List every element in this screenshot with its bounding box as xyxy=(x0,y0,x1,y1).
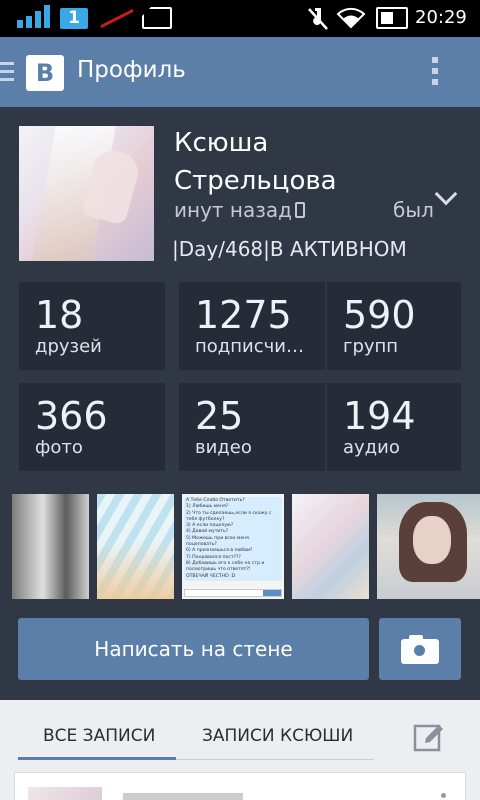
vk-logo[interactable]: В xyxy=(26,55,64,91)
stat-photos[interactable]: 366 фото xyxy=(19,383,165,471)
stat-value: 18 xyxy=(35,293,84,337)
stat-audio[interactable]: 194 аудио xyxy=(327,383,461,471)
chat-screenshot-message: А Тебе Слабо Ответить? 1) Любишь меня? 2… xyxy=(184,497,282,581)
battery-icon xyxy=(376,7,408,29)
wall-panel: ВСЕ ЗАПИСИ ЗАПИСИ КСЮШИ xyxy=(0,700,480,800)
chat-line: ОТВЕЧАЙ ЧЕСТНО :D xyxy=(186,573,236,579)
edit-icon[interactable] xyxy=(413,721,445,753)
profile-first-name: Ксюша xyxy=(174,128,269,158)
no-signal-icon xyxy=(100,8,134,29)
stat-label: друзей xyxy=(35,336,102,357)
camera-lens-icon xyxy=(411,642,428,659)
stat-followers[interactable]: 1275 подписчиков xyxy=(179,282,325,370)
chat-line: 2) Что ты сделаешь,если я скажу с тебя ф… xyxy=(186,510,272,522)
photo-thumbnail[interactable] xyxy=(377,494,480,599)
was-online-text: был xyxy=(393,198,434,222)
tab-user-posts[interactable]: ЗАПИСИ КСЮШИ xyxy=(202,726,353,746)
signal-bar-4 xyxy=(44,5,50,28)
write-on-wall-button[interactable]: Написать на стене xyxy=(18,618,369,680)
stat-value: 590 xyxy=(343,293,416,337)
stat-label: видео xyxy=(195,437,252,458)
stat-groups[interactable]: 590 групп xyxy=(327,282,461,370)
page-title: Профиль xyxy=(77,57,186,83)
last-seen: инут назад xyxy=(174,198,305,222)
chat-send-button xyxy=(263,590,281,596)
post-author xyxy=(123,793,243,800)
app-bar: В Профиль xyxy=(0,37,480,107)
chat-line: 5) Можешь при всех меня поцеловать? xyxy=(186,535,249,548)
stat-value: 194 xyxy=(343,394,416,438)
clock: 20:29 xyxy=(415,7,467,28)
profile-name: Ксюша Стрельцова xyxy=(174,124,337,200)
stat-label: аудио xyxy=(343,437,400,458)
chat-line: 8) Добавишь его к себе на стр.и посмотри… xyxy=(186,560,265,573)
sd-card-icon xyxy=(142,7,172,29)
tab-divider xyxy=(176,759,374,760)
more-options-icon[interactable] xyxy=(432,57,442,90)
post-card[interactable] xyxy=(14,772,466,800)
signal-bar-1 xyxy=(17,20,23,28)
menu-icon[interactable] xyxy=(0,62,14,86)
mute-icon xyxy=(308,8,328,30)
photo-thumbnail[interactable]: А Тебе Слабо Ответить? 1) Любишь меня? 2… xyxy=(182,494,284,599)
stat-label: подписчиков xyxy=(195,336,313,357)
last-seen-text: инут назад xyxy=(174,198,292,222)
camera-button[interactable] xyxy=(379,618,461,680)
avatar[interactable] xyxy=(19,126,154,261)
stat-friends[interactable]: 18 друзей xyxy=(19,282,165,370)
photo-thumbnail[interactable] xyxy=(97,494,174,599)
stat-videos[interactable]: 25 видео xyxy=(179,383,325,471)
wifi-icon xyxy=(336,7,366,29)
post-menu-icon[interactable] xyxy=(441,793,446,798)
signal-bar-3 xyxy=(35,11,41,28)
tab-all-posts[interactable]: ВСЕ ЗАПИСИ xyxy=(43,726,155,746)
photo-thumbnail[interactable] xyxy=(12,494,89,599)
signal-bar-2 xyxy=(26,16,32,28)
sim-indicator: 1 xyxy=(60,8,88,29)
status-bar: 1 20:29 xyxy=(0,0,480,37)
stat-label: групп xyxy=(343,336,399,357)
active-tab-indicator xyxy=(18,757,176,760)
mobile-icon xyxy=(294,202,305,218)
stat-label: фото xyxy=(35,437,83,458)
photo-thumbnail[interactable] xyxy=(292,494,369,599)
profile-last-name: Стрельцова xyxy=(174,166,337,196)
stat-value: 25 xyxy=(195,394,244,438)
photo-face xyxy=(413,516,451,564)
profile-status[interactable]: |Day/468|В АКТИВНОМ xyxy=(172,237,407,261)
stat-value: 366 xyxy=(35,394,108,438)
chevron-down-icon[interactable] xyxy=(434,182,458,206)
stat-value: 1275 xyxy=(195,293,292,337)
post-avatar xyxy=(28,787,102,800)
